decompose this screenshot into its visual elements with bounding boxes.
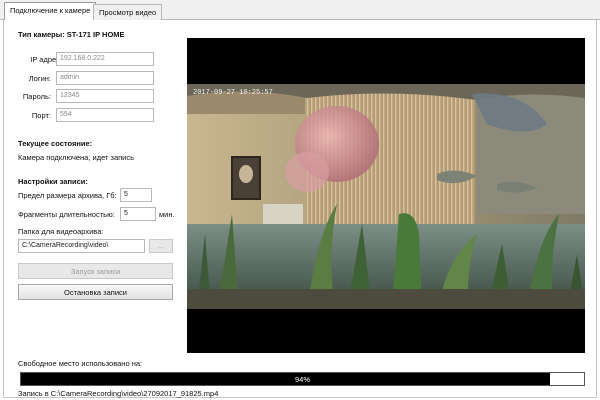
disk-usage-label: Свободное место использовано на: xyxy=(18,359,143,368)
video-timestamp: 2017-09-27 10:25:57 xyxy=(193,89,273,97)
status-heading: Текущее состояние: xyxy=(18,139,93,148)
tab-bar: Подключение к камере Просмотр видео xyxy=(0,0,600,21)
login-label: Логин: xyxy=(28,74,51,83)
folder-path-field[interactable]: C:\CameraRecording\video\ xyxy=(18,239,145,253)
ip-address-field[interactable]: 192.168.0.222 xyxy=(56,52,154,66)
port-field[interactable]: 554 xyxy=(56,108,154,122)
status-text: Камера подключена, идет запись xyxy=(18,153,135,162)
archive-limit-label: Предел размера архива, Гб: xyxy=(18,191,117,200)
camera-video-feed: 2017-09-27 10:25:57 xyxy=(187,38,585,353)
password-field[interactable]: 12345 xyxy=(56,89,154,103)
fragment-duration-field[interactable]: 5 xyxy=(120,207,156,221)
tab-camera-connection[interactable]: Подключение к камере xyxy=(4,2,97,21)
password-label: Пароль: xyxy=(22,92,51,101)
port-label: Порт: xyxy=(31,111,51,120)
settings-heading: Настройки записи: xyxy=(18,177,88,186)
start-recording-button[interactable]: Запуск записи xyxy=(18,263,173,279)
stop-recording-button[interactable]: Остановка записи xyxy=(18,284,173,300)
disk-usage-percent: 94% xyxy=(294,375,310,384)
archive-limit-field[interactable]: 5 xyxy=(120,188,152,202)
recording-file-text: Запись в C:\CameraRecording\video\270920… xyxy=(18,389,219,398)
browse-folder-button[interactable]: ... xyxy=(149,239,173,253)
fragment-unit-label: мин. xyxy=(159,210,175,219)
folder-label: Папка для видеоархива: xyxy=(18,227,104,236)
camera-type-label: Тип камеры: ST-171 IP HOME xyxy=(18,30,125,39)
tab-video-view[interactable]: Просмотр видео xyxy=(93,4,163,20)
ip-label: IP адрес: xyxy=(30,55,62,64)
main-panel: Тип камеры: ST-171 IP HOME IP адрес: 192… xyxy=(3,20,597,398)
disk-usage-progress: 94% xyxy=(20,372,585,386)
fragment-duration-label: Фрагменты длительностью: xyxy=(18,210,115,219)
aquarium-video-frame: 2017-09-27 10:25:57 xyxy=(187,38,585,353)
login-field[interactable]: admin xyxy=(56,71,154,85)
